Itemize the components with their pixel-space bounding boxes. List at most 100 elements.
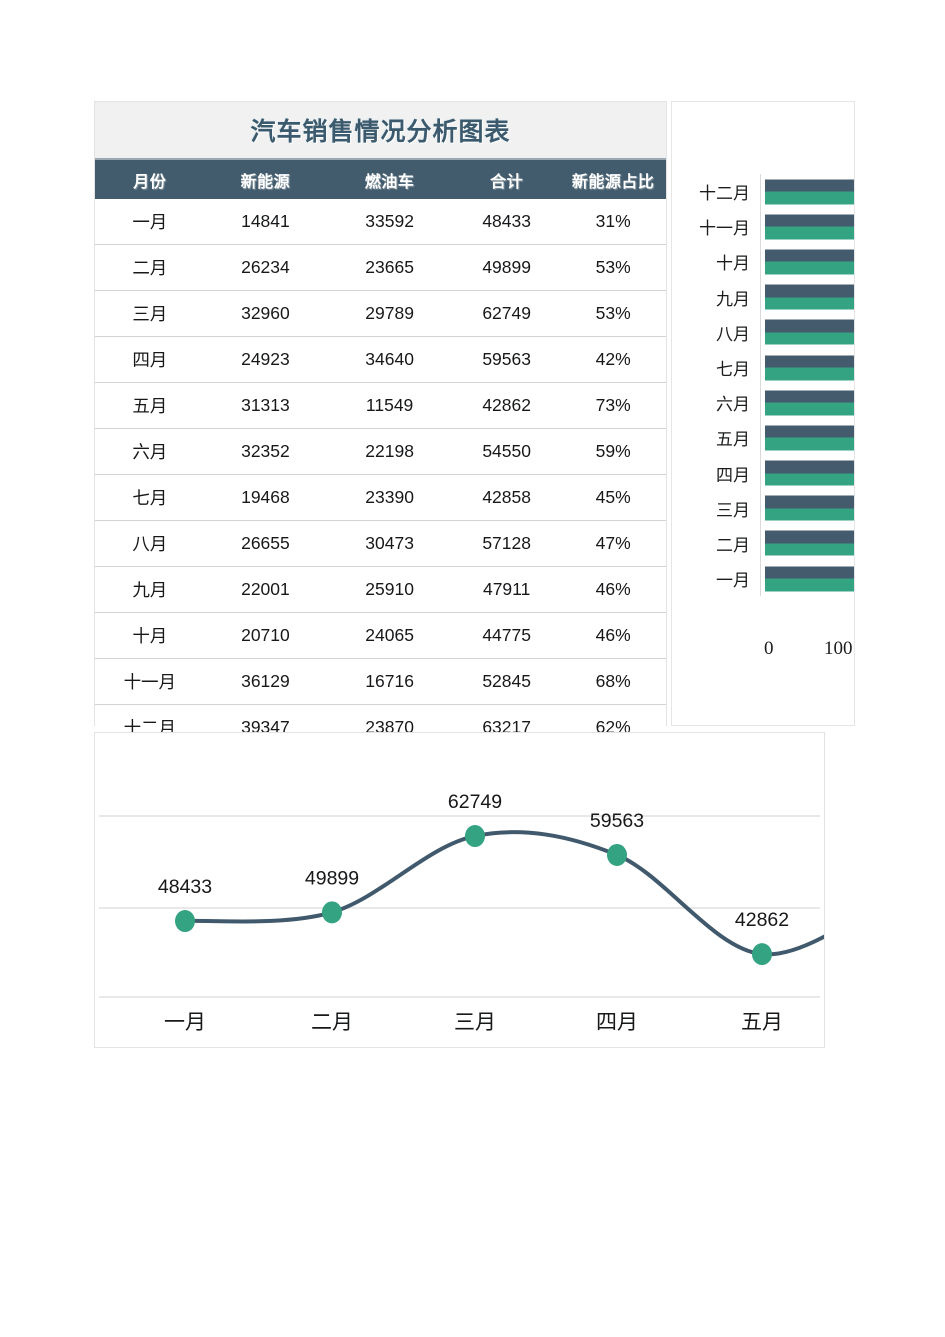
bar-segment-fuel: [765, 179, 855, 192]
stacked-bar: [765, 320, 855, 345]
cell-share: 46%: [560, 613, 666, 659]
table-row: 三月32960297896274953%: [95, 291, 666, 337]
column-header-fuel: 燃油车: [326, 159, 453, 199]
cell-total: 49899: [453, 245, 560, 291]
stacked-bar: [765, 461, 855, 486]
bar-segment-fuel: [765, 425, 855, 438]
cell-month: 一月: [95, 199, 205, 245]
axis-tick-0: 0: [764, 638, 774, 660]
cell-new-energy: 22001: [205, 567, 327, 613]
cell-share: 31%: [560, 199, 666, 245]
bar-segment-fuel: [765, 461, 855, 474]
cell-month: 十一月: [95, 659, 205, 705]
line-chart-markers: [175, 825, 772, 965]
line-chart-x-axis-labels: 一月二月三月四月五月: [164, 1010, 783, 1034]
bar-segment-fuel: [765, 249, 855, 262]
stacked-bar: [765, 390, 855, 415]
bar-chart-row: 五月: [672, 420, 855, 455]
bar-category-label: 一月: [672, 566, 760, 591]
bar-chart-row: 四月: [672, 456, 855, 491]
column-header-new-energy: 新能源: [205, 159, 327, 199]
column-header-total: 合计: [453, 159, 560, 199]
cell-fuel: 11549: [326, 383, 453, 429]
line-chart-series-path: [185, 832, 824, 954]
line-chart-value-label: 59563: [590, 810, 644, 832]
bar-track: [760, 561, 855, 596]
bar-segment-fuel: [765, 390, 855, 403]
cell-share: 53%: [560, 291, 666, 337]
cell-month: 四月: [95, 337, 205, 383]
page-title: 汽车销售情况分析图表: [250, 112, 510, 148]
bar-category-label: 九月: [672, 285, 760, 310]
bar-track: [760, 244, 855, 279]
cell-total: 44775: [453, 613, 560, 659]
table-row: 二月26234236654989953%: [95, 245, 666, 291]
bar-category-label: 十一月: [672, 214, 760, 239]
bar-category-label: 二月: [672, 531, 760, 556]
bar-segment-fuel: [765, 285, 855, 298]
bar-segment-fuel: [765, 355, 855, 368]
line-chart-x-label: 五月: [741, 1010, 783, 1034]
cell-new-energy: 26655: [205, 521, 327, 567]
line-chart-marker: [465, 825, 485, 847]
bar-segment-new-energy: [765, 543, 855, 556]
stacked-bar: [765, 425, 855, 450]
cell-share: 42%: [560, 337, 666, 383]
stacked-bar: [765, 496, 855, 521]
cell-total: 59563: [453, 337, 560, 383]
cell-month: 八月: [95, 521, 205, 567]
cell-fuel: 25910: [326, 567, 453, 613]
bar-track: [760, 491, 855, 526]
bar-chart-row: 七月: [672, 350, 855, 385]
table-row: 一月14841335924843331%: [95, 199, 666, 245]
cell-fuel: 29789: [326, 291, 453, 337]
line-chart-x-label: 二月: [311, 1010, 353, 1034]
bar-chart-row: 二月: [672, 526, 855, 561]
cell-share: 53%: [560, 245, 666, 291]
bar-chart-row: 十一月: [672, 209, 855, 244]
line-chart-value-label: 42862: [735, 909, 789, 931]
bar-track: [760, 350, 855, 385]
stacked-bar: [765, 566, 855, 591]
bar-category-label: 十二月: [672, 179, 760, 204]
sales-table: 月份 新能源 燃油车 合计 新能源占比 一月14841335924843331%…: [95, 158, 666, 751]
stacked-bar: [765, 214, 855, 239]
line-chart-x-label: 一月: [164, 1010, 206, 1034]
cell-new-energy: 24923: [205, 337, 327, 383]
cell-fuel: 22198: [326, 429, 453, 475]
bar-chart-plot-area: 十二月十一月十月九月八月七月六月五月四月三月二月一月: [672, 174, 855, 632]
bar-chart-row: 九月: [672, 280, 855, 315]
cell-new-energy: 32960: [205, 291, 327, 337]
cell-total: 42858: [453, 475, 560, 521]
bar-track: [760, 456, 855, 491]
cell-month: 六月: [95, 429, 205, 475]
bar-chart-row: 六月: [672, 385, 855, 420]
total-sales-line-chart-panel: 4843349899627495956342862 一月二月三月四月五月: [94, 732, 825, 1048]
bar-segment-new-energy: [765, 403, 855, 416]
stacked-bar: [765, 285, 855, 310]
cell-total: 52845: [453, 659, 560, 705]
axis-tick-100: 100: [824, 638, 853, 660]
column-header-share: 新能源占比: [560, 159, 666, 199]
bar-track: [760, 315, 855, 350]
table-row: 七月19468233904285845%: [95, 475, 666, 521]
cell-total: 62749: [453, 291, 560, 337]
cell-fuel: 34640: [326, 337, 453, 383]
line-chart-value-label: 62749: [448, 791, 502, 813]
cell-total: 42862: [453, 383, 560, 429]
stacked-bar: [765, 249, 855, 274]
bar-segment-fuel: [765, 531, 855, 544]
bar-category-label: 七月: [672, 355, 760, 380]
bar-category-label: 八月: [672, 320, 760, 345]
cell-fuel: 30473: [326, 521, 453, 567]
cell-month: 三月: [95, 291, 205, 337]
bar-category-label: 五月: [672, 425, 760, 450]
line-chart-gridlines: [99, 816, 820, 997]
table-row: 八月26655304735712847%: [95, 521, 666, 567]
bar-segment-fuel: [765, 320, 855, 333]
bar-segment-new-energy: [765, 227, 855, 240]
table-header-row: 月份 新能源 燃油车 合计 新能源占比: [95, 159, 666, 199]
bar-chart-row: 三月: [672, 491, 855, 526]
cell-share: 45%: [560, 475, 666, 521]
bar-segment-new-energy: [765, 438, 855, 451]
